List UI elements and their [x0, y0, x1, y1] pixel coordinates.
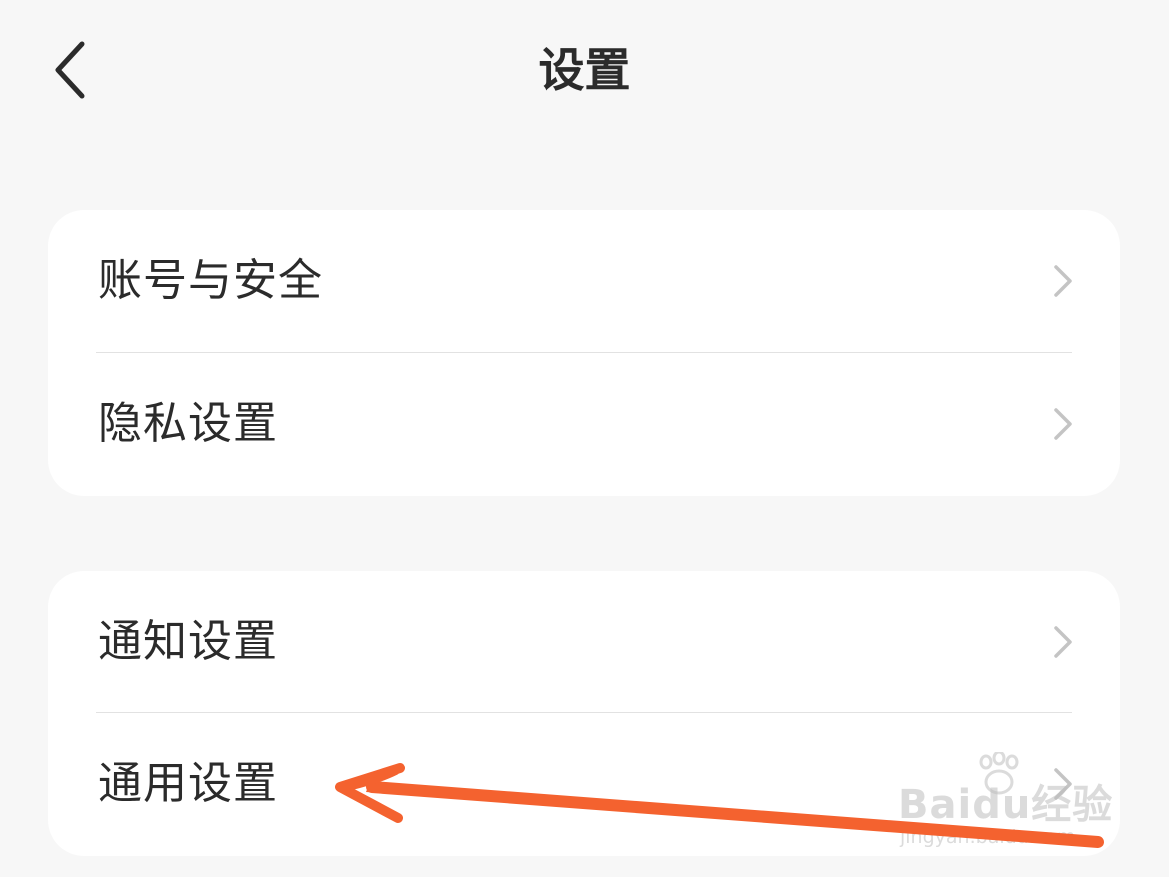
- chevron-right-icon: [1054, 626, 1072, 658]
- chevron-right-icon: [1054, 265, 1072, 297]
- chevron-right-icon: [1054, 408, 1072, 440]
- settings-group-general: 通知设置 通用设置: [48, 571, 1120, 856]
- settings-item-label: 通用设置: [98, 758, 278, 809]
- settings-item-label: 通知设置: [98, 616, 278, 667]
- settings-group-account: 账号与安全 隐私设置: [48, 210, 1120, 496]
- page-title: 设置: [538, 43, 631, 97]
- settings-item-general[interactable]: 通用设置: [48, 713, 1120, 855]
- settings-item-account-security[interactable]: 账号与安全: [48, 210, 1120, 352]
- settings-item-label: 账号与安全: [98, 255, 323, 306]
- settings-item-privacy[interactable]: 隐私设置: [48, 353, 1120, 495]
- settings-item-notifications[interactable]: 通知设置: [48, 571, 1120, 713]
- chevron-right-icon: [1054, 768, 1072, 800]
- settings-item-label: 隐私设置: [98, 398, 278, 449]
- settings-screen: 设置 账号与安全 隐私设置 通知设置 通用设置 Baidu经验 jingyan.…: [0, 0, 1169, 877]
- navigation-bar: 设置: [0, 0, 1169, 140]
